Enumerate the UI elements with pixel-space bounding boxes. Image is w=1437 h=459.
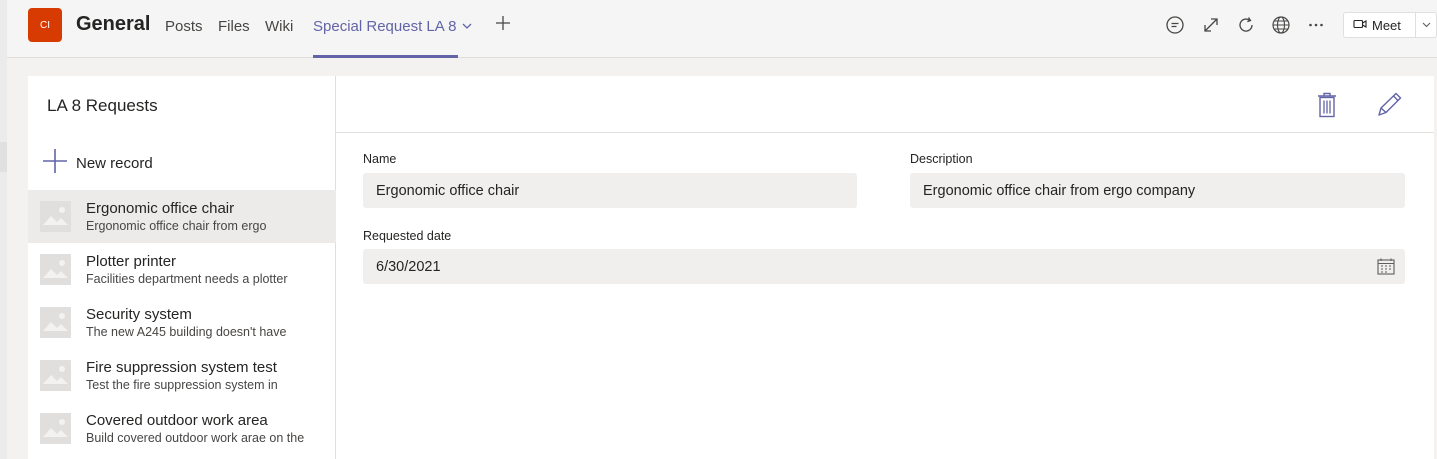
requested-date-field[interactable]: 6/30/2021: [363, 249, 1405, 284]
records-list: Ergonomic office chair Ergonomic office …: [28, 190, 336, 455]
name-label: Name: [363, 152, 397, 166]
active-tab-underline: [313, 55, 458, 58]
list-item-title: Ergonomic office chair: [86, 200, 235, 217]
expand-icon[interactable]: [1200, 14, 1222, 36]
list-item-title: Plotter printer: [86, 253, 177, 270]
image-placeholder-icon: [40, 201, 71, 232]
list-item-subtitle: The new A245 building doesn't have: [86, 325, 287, 339]
new-record-label: New record: [76, 155, 153, 172]
tab-posts[interactable]: Posts: [165, 18, 203, 35]
list-item-title: Covered outdoor work area: [86, 412, 268, 429]
list-item[interactable]: Plotter printer Facilities department ne…: [28, 243, 336, 296]
list-item-subtitle: Build covered outdoor work arae on the: [86, 431, 305, 445]
app-rail: [0, 0, 7, 459]
image-placeholder-icon: [40, 360, 71, 391]
list-item[interactable]: Ergonomic office chair Ergonomic office …: [28, 190, 336, 243]
delete-icon[interactable]: [1312, 90, 1342, 120]
name-field[interactable]: Ergonomic office chair: [363, 173, 857, 208]
tab-files[interactable]: Files: [218, 18, 250, 35]
list-item[interactable]: Covered outdoor work area Build covered …: [28, 402, 336, 455]
channel-header: CI General Posts Files Wiki Special Requ…: [7, 0, 1437, 58]
list-item-subtitle: Test the fire suppression system in: [86, 378, 278, 392]
plus-icon: [42, 148, 68, 179]
chevron-down-icon[interactable]: [462, 19, 472, 33]
tab-wiki[interactable]: Wiki: [265, 18, 293, 35]
calendar-icon[interactable]: [1377, 258, 1395, 279]
image-placeholder-icon: [40, 413, 71, 444]
more-icon[interactable]: [1305, 14, 1327, 36]
list-item-title: Fire suppression system test: [86, 359, 277, 376]
refresh-icon[interactable]: [1235, 14, 1257, 36]
rail-indicator: [0, 142, 7, 172]
description-label: Description: [910, 152, 973, 166]
list-item[interactable]: Fire suppression system test Test the fi…: [28, 349, 336, 402]
list-item-subtitle: Ergonomic office chair from ergo: [86, 219, 267, 233]
record-detail-panel: Name Ergonomic office chair Description …: [336, 76, 1434, 459]
requested-date-value: 6/30/2021: [376, 258, 441, 275]
records-list-panel: LA 8 Requests New record Ergonomic offic…: [28, 76, 336, 459]
video-camera-icon: [1353, 18, 1367, 33]
list-item-title: Security system: [86, 306, 192, 323]
channel-title: General: [76, 13, 151, 35]
list-item-subtitle: Facilities department needs a plotter: [86, 272, 288, 286]
add-tab-plus-icon[interactable]: [495, 12, 511, 36]
meet-button[interactable]: Meet: [1343, 12, 1437, 38]
image-placeholder-icon: [40, 254, 71, 285]
meet-label: Meet: [1372, 17, 1401, 33]
panel-title: LA 8 Requests: [47, 96, 158, 115]
image-placeholder-icon: [40, 307, 71, 338]
globe-icon[interactable]: [1270, 14, 1292, 36]
description-field[interactable]: Ergonomic office chair from ergo company: [910, 173, 1405, 208]
meet-options-chevron-icon[interactable]: [1416, 20, 1436, 31]
requested-date-label: Requested date: [363, 229, 452, 243]
conversation-icon[interactable]: [1164, 14, 1186, 36]
team-avatar[interactable]: CI: [28, 8, 62, 42]
new-record-button[interactable]: New record: [42, 148, 153, 179]
tab-special-request[interactable]: Special Request LA 8: [313, 18, 472, 35]
tab-special-request-label: Special Request LA 8: [313, 18, 457, 35]
detail-toolbar: [336, 76, 1434, 133]
edit-pencil-icon[interactable]: [1374, 90, 1404, 120]
meet-main[interactable]: Meet: [1344, 13, 1416, 37]
list-item[interactable]: Security system The new A245 building do…: [28, 296, 336, 349]
